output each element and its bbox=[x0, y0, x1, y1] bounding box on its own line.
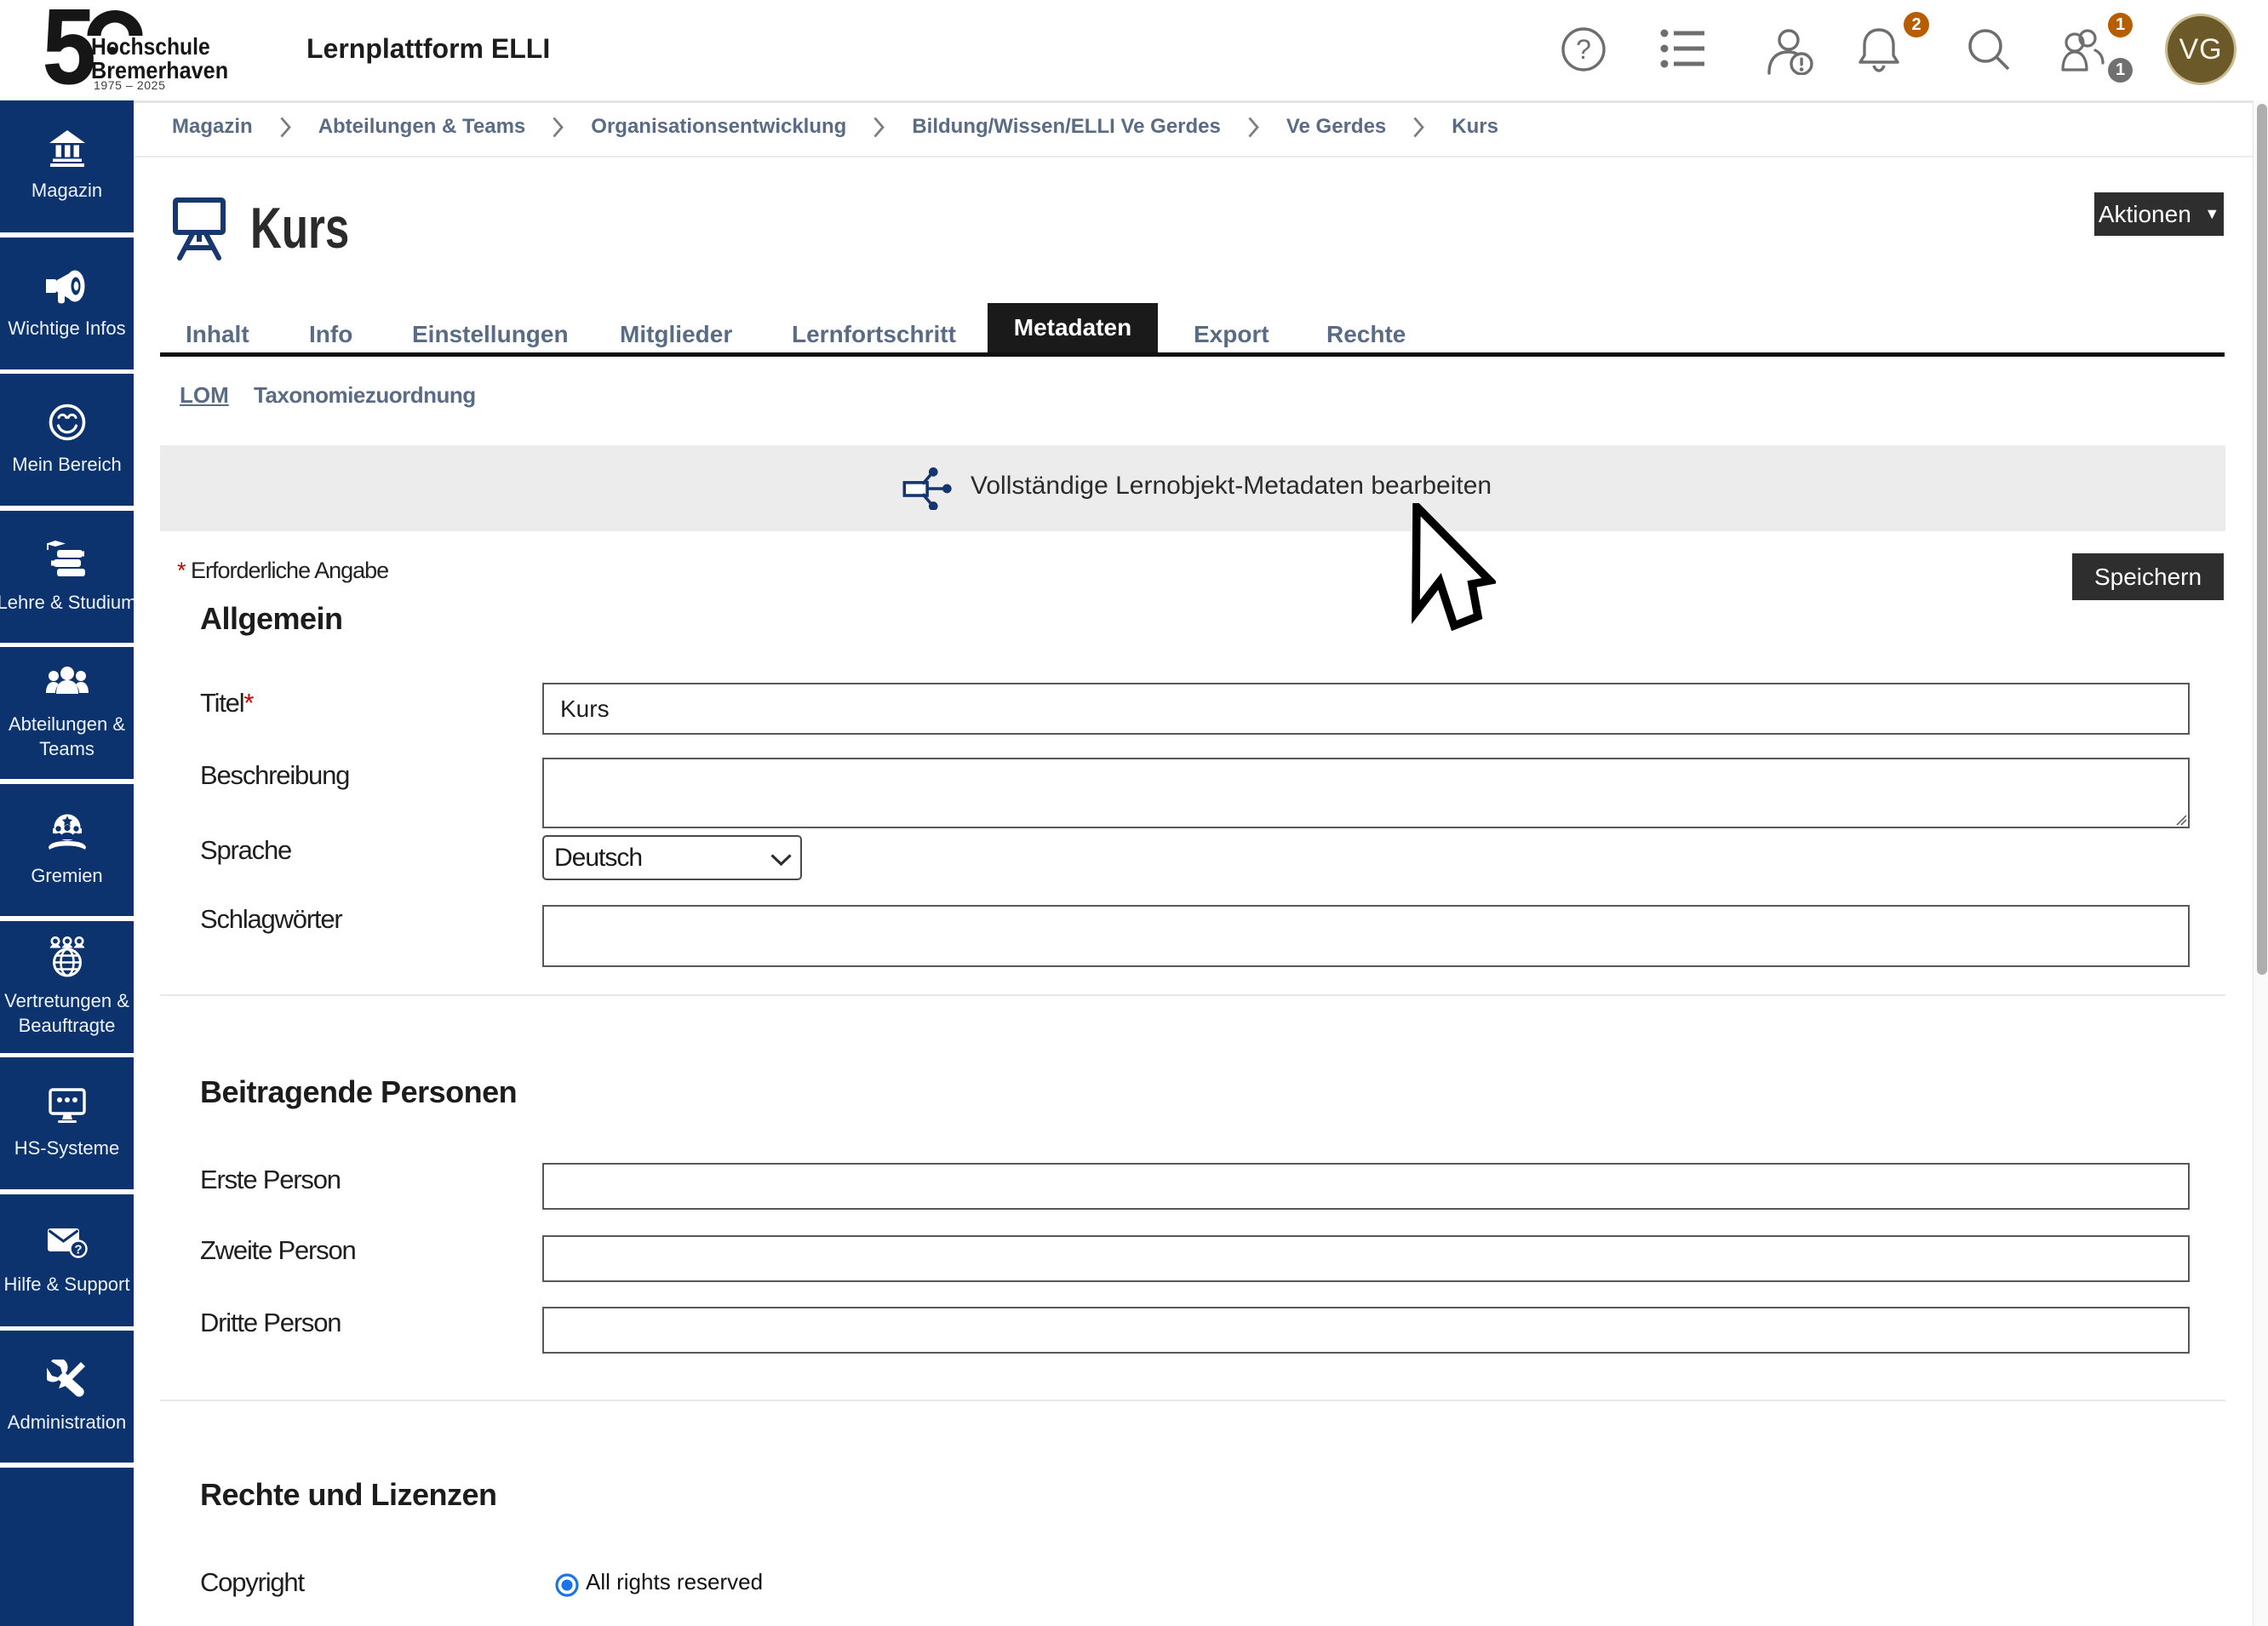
svg-text:?: ? bbox=[74, 1242, 82, 1257]
svg-text:?: ? bbox=[1576, 34, 1591, 65]
